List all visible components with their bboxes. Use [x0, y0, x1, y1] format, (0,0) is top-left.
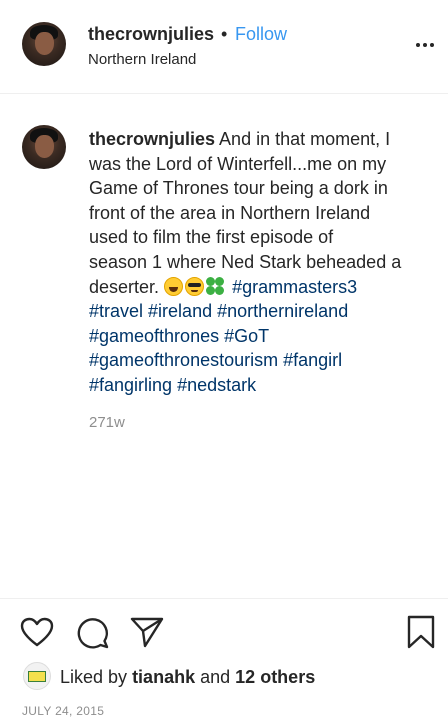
share-icon[interactable] [130, 616, 164, 648]
more-options-icon[interactable] [414, 43, 438, 49]
caption-line: Game of Thrones tour being a dork in [89, 178, 388, 199]
follow-button[interactable]: Follow [235, 24, 287, 45]
hashtag-link[interactable]: #GoT [224, 326, 269, 346]
hashtag-link[interactable]: #travel [89, 301, 143, 321]
hashtag-link[interactable]: #gameofthronestourism [89, 350, 278, 370]
hashtag-link[interactable]: #fangirl [283, 350, 342, 370]
bookmark-icon[interactable] [406, 615, 436, 649]
action-bar [0, 598, 448, 659]
heart-icon[interactable] [20, 617, 54, 647]
hashtag-link[interactable]: #fangirling [89, 375, 172, 395]
post-header: thecrownjulies • Follow Northern Ireland [0, 0, 448, 94]
likes-prefix: Liked by [60, 667, 128, 687]
caption-line: deserter. [89, 276, 160, 297]
liker-avatar[interactable] [23, 662, 51, 690]
sunglasses-emoji-icon [185, 276, 205, 296]
comment-icon[interactable] [76, 616, 110, 650]
caption-line: season 1 where Ned Stark beheaded a [89, 251, 402, 272]
hashtag-link[interactable]: #ireland [148, 301, 212, 321]
four-leaf-clover-icon [206, 276, 225, 296]
author-avatar[interactable] [22, 22, 66, 66]
caption-line: was the Lord of Winterfell...me on my [89, 153, 387, 174]
hashtag-link[interactable]: #nedstark [177, 375, 256, 395]
location-link[interactable]: Northern Ireland [88, 51, 196, 68]
laughing-emoji-icon [164, 276, 184, 296]
likes-summary: Liked by tianahk and 12 others [60, 667, 315, 688]
caption-line: used to film the first episode of [89, 227, 334, 248]
caption-avatar[interactable] [22, 125, 66, 169]
hashtag-link[interactable]: #northernireland [217, 301, 348, 321]
likes-others[interactable]: 12 others [235, 667, 315, 687]
liker-username[interactable]: tianahk [132, 667, 195, 687]
caption-username[interactable]: thecrownjulies [89, 129, 215, 149]
caption-line: And in that moment, I [219, 129, 391, 149]
caption-line: front of the area in Northern Ireland [89, 202, 371, 223]
header-separator: • [221, 24, 228, 44]
likes-joiner: and [200, 667, 231, 687]
hashtag-link[interactable]: #grammasters3 [232, 277, 357, 297]
post-age[interactable]: 271w [89, 414, 125, 431]
post-date[interactable]: JULY 24, 2015 [22, 704, 104, 718]
author-username[interactable]: thecrownjulies [88, 24, 214, 45]
caption-text: thecrownjulies And in that moment, I was… [89, 127, 429, 398]
hashtag-link[interactable]: #gameofthrones [89, 326, 219, 346]
